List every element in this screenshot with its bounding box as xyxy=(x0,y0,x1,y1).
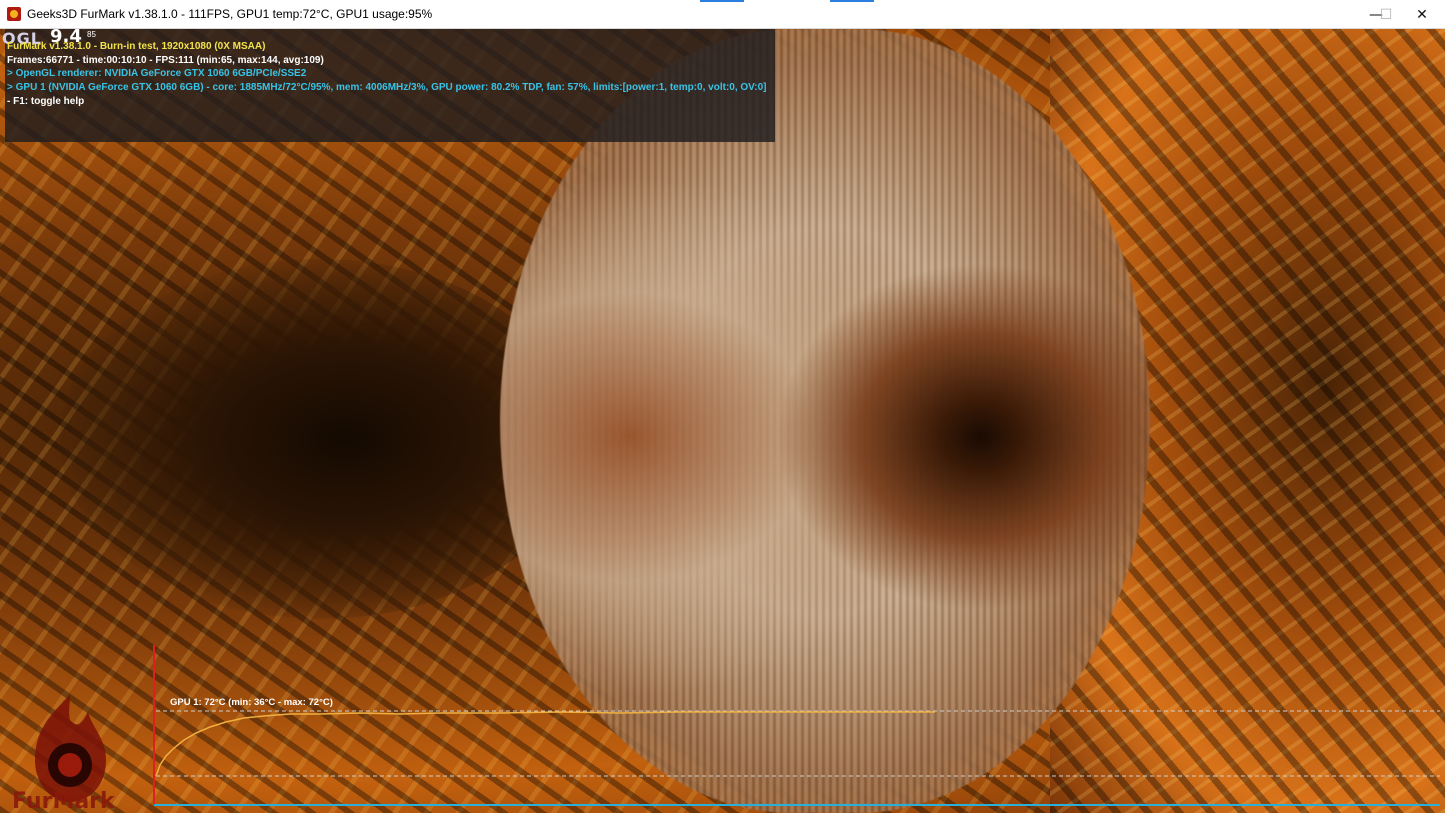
temperature-graph-svg xyxy=(153,645,1440,806)
temperature-label: GPU 1: 72°C (min: 36°C - max: 72°C) xyxy=(170,697,333,708)
furmark-flame-logo: FurMark xyxy=(12,695,116,813)
osd-help-line: - F1: toggle help xyxy=(7,96,85,107)
titlebar-accent xyxy=(700,0,744,2)
close-button[interactable]: ✕ xyxy=(1399,0,1445,29)
window-titlebar[interactable]: Geeks3D FurMark v1.38.1.0 - 111FPS, GPU1… xyxy=(0,0,1445,29)
logo-text: FurMark xyxy=(12,789,116,813)
osd-renderer-line: > OpenGL renderer: NVIDIA GeForce GTX 10… xyxy=(7,68,307,79)
api-version-sub: 85 xyxy=(87,30,96,39)
temperature-graph: GPU 1: 72°C (min: 36°C - max: 72°C) xyxy=(0,640,1445,813)
osd-title-line: FurMark v1.38.1.0 - Burn-in test, 1920x1… xyxy=(7,41,266,52)
titlebar-accent xyxy=(830,0,874,2)
osd-gpu-line: > GPU 1 (NVIDIA GeForce GTX 1060 6GB) - … xyxy=(7,82,767,93)
furmark-app-icon xyxy=(7,7,21,21)
temperature-curve xyxy=(155,711,935,777)
osd-stats-line: Frames:66771 - time:00:10:10 - FPS:111 (… xyxy=(7,55,324,66)
window-title: Geeks3D FurMark v1.38.1.0 - 111FPS, GPU1… xyxy=(27,7,433,21)
